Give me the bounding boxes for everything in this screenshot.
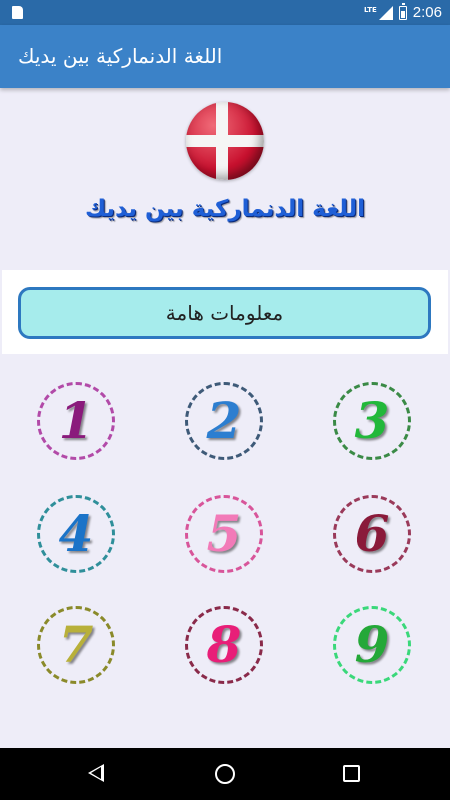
page-title: اللغة الدنماركية بين يديك	[84, 196, 365, 222]
network-type-label: LTE	[363, 5, 377, 14]
number-3-button[interactable]: 3	[333, 382, 411, 460]
status-bar: LTE 2:06	[0, 0, 450, 25]
battery-icon	[398, 2, 407, 20]
number-4-label: 4	[58, 504, 94, 563]
number-7-button[interactable]: 7	[37, 606, 115, 684]
number-2-label: 2	[206, 391, 242, 450]
number-1-label: 1	[58, 391, 94, 450]
number-8-button[interactable]: 8	[185, 606, 263, 684]
status-clock: 2:06	[412, 4, 442, 21]
denmark-flag-icon	[186, 102, 264, 180]
number-2-button[interactable]: 2	[185, 382, 263, 460]
signal-icon	[378, 5, 393, 20]
app-bar: اللغة الدنماركية بين يديك	[0, 25, 450, 88]
number-6-label: 6	[354, 504, 390, 563]
number-3-label: 3	[354, 391, 390, 450]
number-4-button[interactable]: 4	[37, 495, 115, 573]
number-9-label: 9	[354, 615, 390, 674]
sd-card-icon	[12, 6, 23, 19]
number-1-button[interactable]: 1	[37, 382, 115, 460]
number-9-button[interactable]: 9	[333, 606, 411, 684]
number-7-label: 7	[58, 615, 94, 674]
back-icon[interactable]	[88, 764, 104, 782]
status-icons: LTE 2:06	[364, 0, 442, 25]
recents-icon[interactable]	[343, 765, 360, 782]
number-8-label: 8	[206, 615, 242, 674]
number-5-label: 5	[206, 504, 242, 563]
number-5-button[interactable]: 5	[185, 495, 263, 573]
navigation-bar	[0, 748, 450, 800]
number-6-button[interactable]: 6	[333, 495, 411, 573]
app-title: اللغة الدنماركية بين يديك	[18, 44, 223, 68]
important-info-button[interactable]: معلومات هامة	[18, 287, 431, 339]
home-icon[interactable]	[215, 764, 235, 784]
